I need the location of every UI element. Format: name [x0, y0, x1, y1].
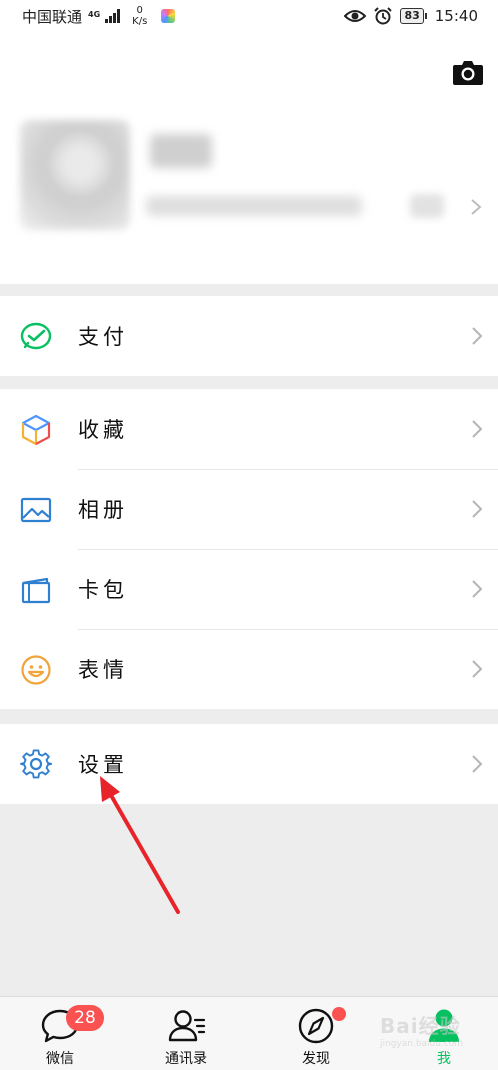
menu-item-label: 支付 — [78, 325, 128, 349]
status-bar: 中国联通 4G 0 K/s 83 15:40 — [0, 0, 498, 32]
chevron-right-icon — [471, 199, 482, 215]
settings-gear-icon — [20, 749, 52, 779]
wechat-pay-icon — [20, 322, 52, 350]
eye-icon — [344, 10, 367, 22]
album-picture-icon — [20, 497, 52, 523]
chevron-right-icon — [472, 500, 483, 518]
tab-me[interactable]: 我 — [384, 997, 498, 1070]
status-left: 中国联通 4G 0 K/s — [22, 5, 176, 27]
signal-bars-icon — [105, 9, 121, 23]
app-notification-icon — [161, 9, 176, 23]
menu-group-pay: 支付 — [0, 296, 498, 376]
tab-chats[interactable]: 微信 28 — [0, 997, 120, 1070]
card-wallet-icon — [21, 577, 51, 604]
favorites-cube-icon — [21, 414, 51, 446]
me-person-icon — [429, 1009, 459, 1042]
menu-item-favorites[interactable]: 收藏 — [0, 389, 498, 469]
contacts-person-icon — [168, 1010, 206, 1042]
chevron-right-icon — [472, 755, 483, 773]
tab-label: 通讯录 — [165, 1051, 207, 1067]
menu-item-stickers[interactable]: 表情 — [0, 629, 498, 709]
tab-contacts[interactable]: 通讯录 — [126, 997, 246, 1070]
chevron-right-icon — [472, 420, 483, 438]
tab-label: 我 — [437, 1051, 451, 1067]
menu-item-label: 相册 — [78, 498, 128, 522]
battery-icon: 83 — [400, 8, 427, 24]
smiley-face-icon — [21, 655, 51, 685]
menu-group-settings: 设置 — [0, 724, 498, 804]
status-right: 83 15:40 — [344, 7, 478, 25]
menu-item-label: 表情 — [78, 658, 128, 682]
wechat-id-blurred — [146, 196, 362, 216]
carrier-name: 中国联通 — [22, 7, 83, 26]
menu-item-pay[interactable]: 支付 — [0, 296, 498, 376]
alarm-clock-icon — [374, 7, 393, 25]
chevron-right-icon — [472, 580, 483, 598]
menu-item-album[interactable]: 相册 — [0, 469, 498, 549]
battery-level: 83 — [400, 8, 424, 24]
camera-icon[interactable] — [452, 58, 484, 86]
avatar[interactable] — [20, 120, 130, 230]
profile-header[interactable] — [0, 32, 498, 284]
unread-badge: 28 — [66, 1005, 104, 1031]
chevron-right-icon — [472, 660, 483, 678]
menu-item-label: 卡包 — [78, 578, 128, 602]
tab-discover[interactable]: 发现 — [256, 997, 376, 1070]
tab-label: 发现 — [302, 1051, 330, 1067]
chevron-right-icon — [472, 327, 483, 345]
speed-unit: K/s — [132, 16, 148, 27]
nickname-blurred — [150, 134, 212, 168]
qr-code-icon[interactable] — [410, 194, 444, 218]
network-speed: 0 K/s — [132, 5, 147, 27]
menu-item-cards[interactable]: 卡包 — [0, 549, 498, 629]
menu-group-services: 收藏 相册 卡包 表情 — [0, 389, 498, 709]
compass-icon — [298, 1008, 334, 1044]
speed-value: 0 — [136, 5, 143, 16]
menu-item-label: 收藏 — [78, 418, 128, 442]
network-type: 4G — [88, 10, 101, 19]
new-content-dot — [332, 1007, 346, 1021]
bottom-tab-bar: 微信 28 通讯录 发现 我 — [0, 996, 498, 1070]
tab-label: 微信 — [46, 1051, 74, 1067]
menu-item-settings[interactable]: 设置 — [0, 724, 498, 804]
clock-time: 15:40 — [434, 7, 478, 25]
annotation-arrow-icon — [100, 776, 180, 914]
